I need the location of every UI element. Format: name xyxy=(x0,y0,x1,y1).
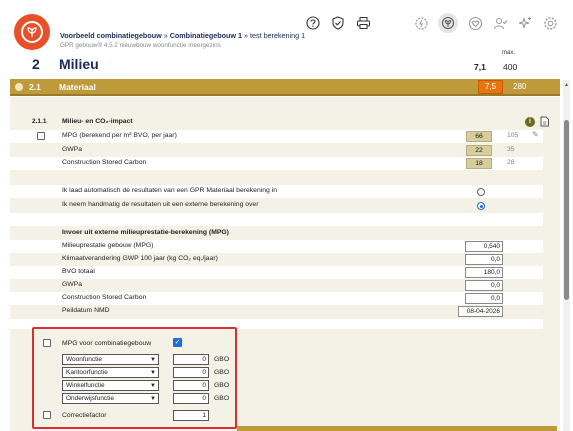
row-label: GWPa xyxy=(62,146,83,153)
radio-manual[interactable] xyxy=(477,202,485,210)
breadcrumb-calculation: test berekening 1 xyxy=(249,31,306,40)
breadcrumb: Voorbeeld combinatiegebouw » Combinatieg… xyxy=(60,31,305,40)
field-label: Milieuprestatie gebouw (MPG) xyxy=(62,242,154,249)
subsection-number: 2.1.1 xyxy=(32,118,47,125)
health-heart-icon[interactable] xyxy=(467,15,483,31)
option-row: Ik laad automatisch de resultaten van ee… xyxy=(10,185,543,198)
table-row: GWPa 22 35 xyxy=(10,144,543,157)
row-label: Construction Stored Carbon xyxy=(62,159,147,166)
help-icon[interactable] xyxy=(305,15,321,31)
row-score: 66 xyxy=(466,131,492,142)
field-label: Construction Stored Carbon xyxy=(62,294,147,301)
toolbar xyxy=(305,15,371,31)
spacer-row xyxy=(10,213,543,226)
section-score-badge: 7,5 xyxy=(478,80,503,94)
gpr-logo[interactable] xyxy=(14,14,50,50)
section-max: 280 xyxy=(513,82,527,91)
shield-check-icon[interactable] xyxy=(330,15,346,31)
table-row: MPG (berekend per m² BVO, per jaar) 66 1… xyxy=(10,130,543,143)
scrollbar-thumb[interactable] xyxy=(564,120,569,300)
subsection-header: 2.1.1 Milieu- en CO₂-impact xyxy=(10,116,543,129)
table-row: Construction Stored Carbon 18 28 xyxy=(10,157,543,170)
section-header-materiaal[interactable]: 2.1 Materiaal 7,5 280 xyxy=(10,79,560,96)
total-score: 7,1 xyxy=(474,62,486,72)
section-number: 2.1 xyxy=(29,82,41,92)
next-section-bar xyxy=(237,426,557,431)
breadcrumb-separator: » xyxy=(243,31,248,40)
edit-pencil-icon[interactable]: ✎ xyxy=(532,130,539,139)
bullet-icon xyxy=(15,83,23,91)
peildatum-input[interactable]: 08-04-2026 xyxy=(458,306,503,317)
total-max: 400 xyxy=(503,62,518,72)
radio-auto[interactable] xyxy=(477,188,485,196)
csc-input[interactable]: 0,0 xyxy=(465,293,503,304)
row-checkbox[interactable] xyxy=(37,132,45,140)
milieu-leaf-icon[interactable] xyxy=(438,13,458,33)
bvo-input[interactable]: 180,0 xyxy=(465,267,503,278)
module-nav xyxy=(413,13,558,33)
breadcrumb-project[interactable]: Voorbeeld combinatiegebouw xyxy=(60,31,162,40)
page-title: Milieu xyxy=(59,56,99,72)
option-label-auto: Ik laad automatisch de resultaten van ee… xyxy=(62,187,277,194)
document-icon[interactable] xyxy=(539,116,550,127)
leaf-icon xyxy=(21,21,43,43)
input-row: Klimaatverandering GWP 100 jaar (kg CO₂ … xyxy=(10,253,543,266)
external-heading-row: Invoer uit externe milieuprestatie-berek… xyxy=(10,227,543,240)
energy-gear-icon[interactable] xyxy=(413,15,429,31)
external-heading: Invoer uit externe milieuprestatie-berek… xyxy=(62,229,229,236)
option-label-manual: Ik neem handmatig de resultaten uit een … xyxy=(62,201,259,208)
field-label: BVO totaal xyxy=(62,268,95,275)
option-row: Ik neem handmatig de resultaten uit een … xyxy=(10,199,543,212)
mpg-input[interactable]: 0,540 xyxy=(465,241,503,252)
user-quality-icon[interactable] xyxy=(492,15,508,31)
input-row: Construction Stored Carbon 0,0 xyxy=(10,292,543,305)
row-max: 35 xyxy=(507,146,515,153)
version-subtitle: GPR gebouw® 4.5.2 nieuwbouw woonfunctie … xyxy=(60,42,221,49)
print-icon[interactable] xyxy=(355,15,371,31)
settings-icon[interactable] xyxy=(542,15,558,31)
breadcrumb-building[interactable]: Combinatiegebouw 1 xyxy=(170,31,242,40)
gwpa-input[interactable]: 0,0 xyxy=(465,280,503,291)
subsection-title: Milieu- en CO₂-impact xyxy=(62,118,133,125)
info-icon[interactable]: i xyxy=(525,117,535,127)
row-label: MPG (berekend per m² BVO, per jaar) xyxy=(62,132,177,139)
section-title: Materiaal xyxy=(59,82,96,92)
highlight-frame xyxy=(32,327,237,429)
gwp-input[interactable]: 0,0 xyxy=(465,254,503,265)
breadcrumb-separator: » xyxy=(163,31,168,40)
row-score: 22 xyxy=(466,145,492,156)
field-label: GWPa xyxy=(62,281,83,288)
input-row: GWPa 0,0 xyxy=(10,279,543,292)
input-row: Peildatum NMD 08-04-2026 xyxy=(10,305,543,318)
future-sparkle-icon[interactable] xyxy=(517,15,533,31)
scrollbar[interactable]: ▲ xyxy=(563,80,570,431)
input-row: Milieuprestatie gebouw (MPG) 0,540 xyxy=(10,240,543,253)
row-max: 105 xyxy=(507,132,519,139)
section-number: 2 xyxy=(32,56,40,72)
row-score: 18 xyxy=(466,158,492,169)
row-max: 28 xyxy=(507,159,515,166)
input-row: BVO totaal 180,0 xyxy=(10,266,543,279)
spacer-row xyxy=(10,171,543,184)
field-label: Peildatum NMD xyxy=(62,307,110,314)
max-label: max. xyxy=(502,50,516,56)
field-label: Klimaatverandering GWP 100 jaar (kg CO₂ … xyxy=(62,255,218,262)
scroll-up-icon[interactable]: ▲ xyxy=(564,82,569,88)
